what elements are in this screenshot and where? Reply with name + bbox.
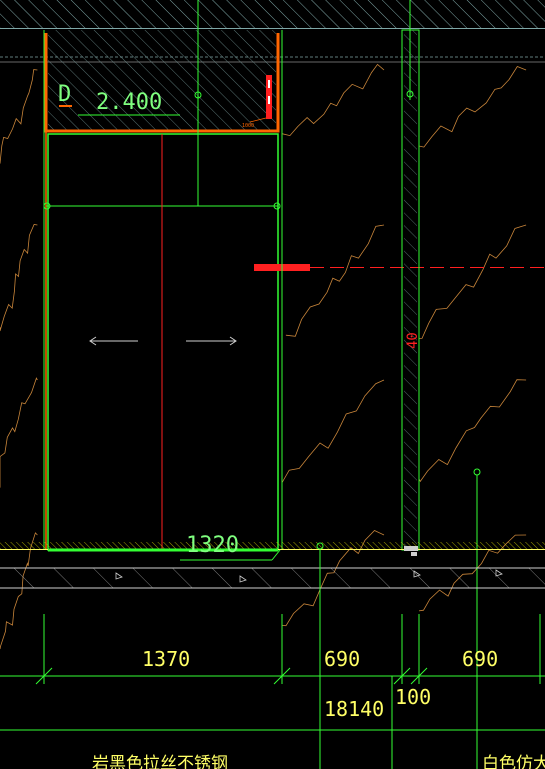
dim-690-left: 690 — [324, 647, 360, 671]
ceiling-hatch — [0, 0, 545, 28]
skirting — [0, 542, 545, 549]
dim-18140: 18140 — [324, 697, 384, 721]
small-label: 1000 — [242, 123, 254, 129]
elevation-drawing: D 2.400 1000 40 1320 1370 690 690 100 18… — [0, 0, 545, 769]
door-tag: D — [58, 82, 71, 107]
floor-slab — [0, 568, 545, 588]
door-width-label: 1320 — [186, 533, 239, 558]
door-height-label: 2.400 — [96, 90, 162, 115]
sliding-arrows — [89, 336, 237, 346]
material-note-left: 岩黑色拉丝不锈钢 — [92, 754, 228, 769]
door-frame — [47, 133, 279, 551]
dim-100: 100 — [395, 685, 431, 709]
dim-1370: 1370 — [142, 647, 190, 671]
dim-690-right: 690 — [462, 647, 498, 671]
section-mark-label: 40 — [405, 332, 421, 349]
marble-veining — [0, 63, 527, 650]
material-note-right: 白色仿大 — [482, 754, 545, 769]
